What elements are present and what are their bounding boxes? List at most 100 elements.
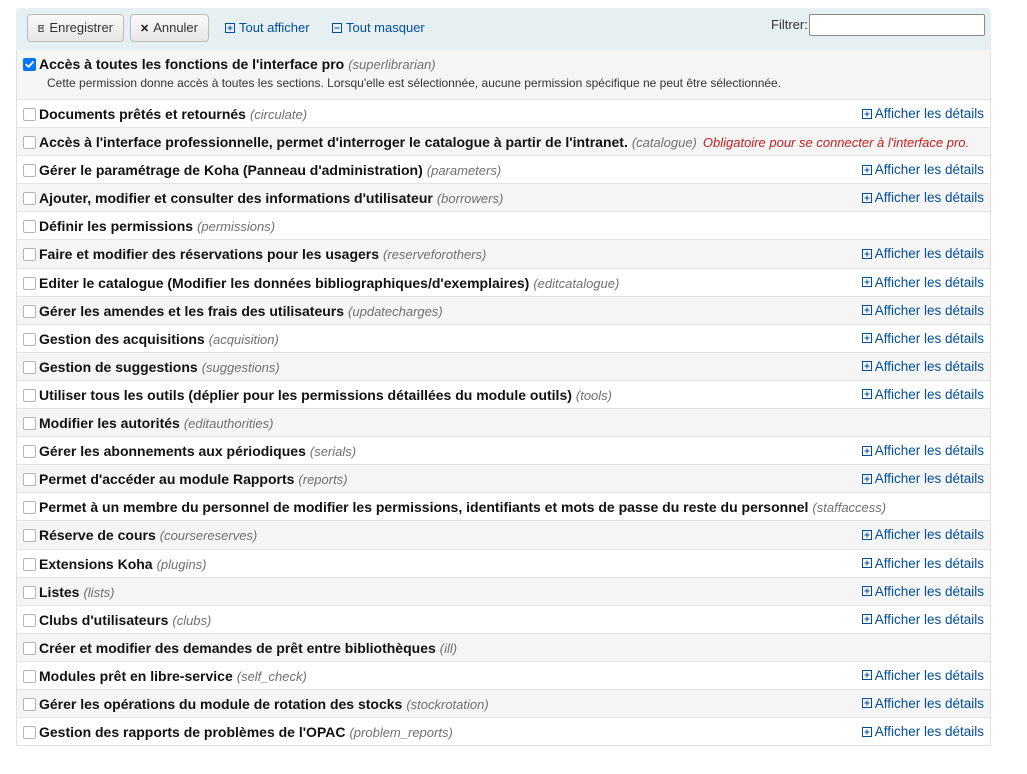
permission-label[interactable]: Réserve de cours	[39, 527, 156, 543]
permission-row: Gérer les opérations du module de rotati…	[17, 688, 990, 718]
permission-code: (problem_reports)	[349, 725, 453, 741]
permission-label[interactable]: Gestion de suggestions	[39, 359, 198, 375]
permission-label[interactable]: Clubs d'utilisateurs	[39, 612, 168, 628]
permission-label[interactable]: Extensions Koha	[39, 556, 153, 572]
permission-label[interactable]: Accès à toutes les fonctions de l'interf…	[39, 56, 344, 72]
show-details-link[interactable]: Afficher les détails	[861, 612, 984, 627]
show-details-link[interactable]: Afficher les détails	[861, 556, 984, 571]
permission-code: (superlibrarian)	[348, 57, 436, 72]
show-details-link[interactable]: Afficher les détails	[861, 106, 984, 121]
permission-label-group: Utiliser tous les outils (déplier pour l…	[39, 387, 612, 404]
permission-label[interactable]: Listes	[39, 584, 79, 600]
permission-row: Modifier les autorités (editauthorities)	[17, 408, 990, 437]
show-details-link[interactable]: Afficher les détails	[861, 387, 984, 402]
permission-label[interactable]: Ajouter, modifier et consulter des infor…	[39, 190, 433, 206]
permission-checkbox[interactable]	[23, 669, 36, 683]
permission-label[interactable]: Modules prêt en libre-service	[39, 668, 233, 684]
permission-label[interactable]: Gérer le paramétrage de Koha (Panneau d'…	[39, 162, 423, 178]
show-details-link[interactable]: Afficher les détails	[861, 331, 984, 346]
save-button[interactable]: Enregistrer	[27, 14, 124, 42]
permission-label[interactable]: Permet à un membre du personnel de modif…	[39, 499, 808, 515]
permission-label-group: Définir les permissions (permissions)	[39, 218, 275, 235]
show-details-link[interactable]: Afficher les détails	[861, 724, 984, 739]
permission-label[interactable]: Définir les permissions	[39, 218, 193, 234]
permission-label[interactable]: Permet d'accéder au module Rapports	[39, 471, 294, 487]
permission-checkbox[interactable]	[23, 248, 36, 262]
permission-label[interactable]: Utiliser tous les outils (déplier pour l…	[39, 387, 572, 403]
show-details-link[interactable]: Afficher les détails	[861, 668, 984, 683]
permission-checkbox[interactable]	[23, 360, 36, 374]
permission-label[interactable]: Gérer les abonnements aux périodiques	[39, 443, 306, 459]
plus-square-icon	[861, 726, 872, 737]
permission-label-group: Clubs d'utilisateurs (clubs)	[39, 612, 211, 629]
permission-label[interactable]: Documents prêtés et retournés	[39, 106, 246, 122]
permission-checkbox[interactable]	[23, 192, 36, 206]
permission-checkbox[interactable]	[23, 276, 36, 290]
show-details-link[interactable]: Afficher les détails	[861, 162, 984, 177]
permission-label-group: Accès à toutes les fonctions de l'interf…	[39, 56, 436, 73]
plus-square-icon	[861, 389, 872, 400]
permission-label[interactable]: Modifier les autorités	[39, 415, 180, 431]
plus-square-icon	[861, 586, 872, 597]
permission-label[interactable]: Gérer les amendes et les frais des utili…	[39, 303, 344, 319]
permission-checkbox[interactable]	[23, 585, 36, 599]
filter-input[interactable]	[809, 14, 985, 36]
permission-label[interactable]: Faire et modifier des réservations pour …	[39, 246, 379, 262]
permission-code: (reserveforothers)	[383, 247, 487, 263]
plus-square-icon	[861, 698, 872, 709]
permission-label[interactable]: Accès à l'interface professionnelle, per…	[39, 134, 628, 150]
permission-checkbox[interactable]	[23, 136, 36, 150]
permission-checkbox[interactable]	[23, 557, 36, 571]
permission-checkbox[interactable]	[23, 726, 36, 740]
permission-code: (tools)	[575, 387, 613, 403]
toolbar: Enregistrer Annuler Tout afficher Tout m…	[16, 8, 991, 50]
permission-checkbox[interactable]	[23, 304, 36, 318]
show-details-link[interactable]: Afficher les détails	[861, 190, 984, 205]
permission-checkbox[interactable]	[23, 332, 36, 346]
permission-label[interactable]: Créer et modifier des demandes de prêt e…	[39, 640, 436, 656]
permission-checkbox[interactable]	[23, 641, 36, 655]
show-details-link[interactable]: Afficher les détails	[861, 302, 984, 318]
permission-checkbox[interactable]	[23, 697, 36, 711]
cancel-button[interactable]: Annuler	[130, 14, 209, 42]
permission-checkbox[interactable]	[23, 388, 36, 402]
show-details-link[interactable]: Afficher les détails	[861, 584, 984, 599]
permission-row: Définir les permissions (permissions)	[17, 211, 990, 240]
permission-row: Gestion de suggestions (suggestions) Affic…	[17, 351, 990, 380]
permission-checkbox[interactable]	[23, 445, 36, 459]
permission-rows: Documents prêtés et retournés (circulate)…	[17, 99, 990, 746]
show-details-label: Afficher les détails	[874, 302, 984, 318]
permission-checkbox[interactable]	[23, 108, 36, 121]
permission-code: (parameters)	[426, 163, 502, 179]
show-details-link[interactable]: Afficher les détails	[861, 443, 984, 459]
permission-checkbox[interactable]	[23, 473, 36, 487]
permission-checkbox[interactable]	[23, 613, 36, 627]
show-details-link[interactable]: Afficher les détails	[861, 527, 984, 542]
permission-label-group: Permet d'accéder au module Rapports (repo…	[39, 471, 348, 488]
permission-checkbox[interactable]	[23, 529, 36, 543]
expand-all-link[interactable]: Tout afficher	[225, 20, 310, 35]
show-details-label: Afficher les détails	[874, 443, 984, 459]
show-details-link[interactable]: Afficher les détails	[861, 246, 984, 261]
superlibrarian-checkbox[interactable]	[23, 58, 36, 71]
permission-label[interactable]: Gestion des rapports de problèmes de l'O…	[39, 724, 345, 740]
permission-checkbox[interactable]	[23, 220, 36, 234]
permission-label[interactable]: Editer le catalogue (Modifier les donnée…	[39, 275, 529, 291]
top-strip	[0, 0, 1027, 8]
permission-row: Clubs d'utilisateurs (clubs) Afficher les …	[17, 604, 990, 633]
permission-label[interactable]: Gestion des acquisitions	[39, 331, 205, 347]
show-details-label: Afficher les détails	[874, 695, 984, 711]
plus-square-icon	[861, 614, 872, 625]
show-details-link[interactable]: Afficher les détails	[861, 471, 984, 486]
permission-label[interactable]: Gérer les opérations du module de rotati…	[39, 696, 402, 712]
collapse-all-link[interactable]: Tout masquer	[332, 20, 425, 35]
permission-checkbox[interactable]	[23, 501, 36, 515]
permission-checkbox[interactable]	[23, 164, 36, 178]
permission-code: (catalogue)	[631, 135, 697, 151]
show-details-link[interactable]: Afficher les détails	[861, 695, 984, 711]
show-details-link[interactable]: Afficher les détails	[861, 275, 984, 290]
permission-label-group: Gérer les amendes et les frais des utili…	[39, 303, 443, 320]
permission-checkbox[interactable]	[23, 417, 36, 431]
plus-square-icon	[861, 361, 872, 372]
show-details-link[interactable]: Afficher les détails	[861, 359, 984, 374]
